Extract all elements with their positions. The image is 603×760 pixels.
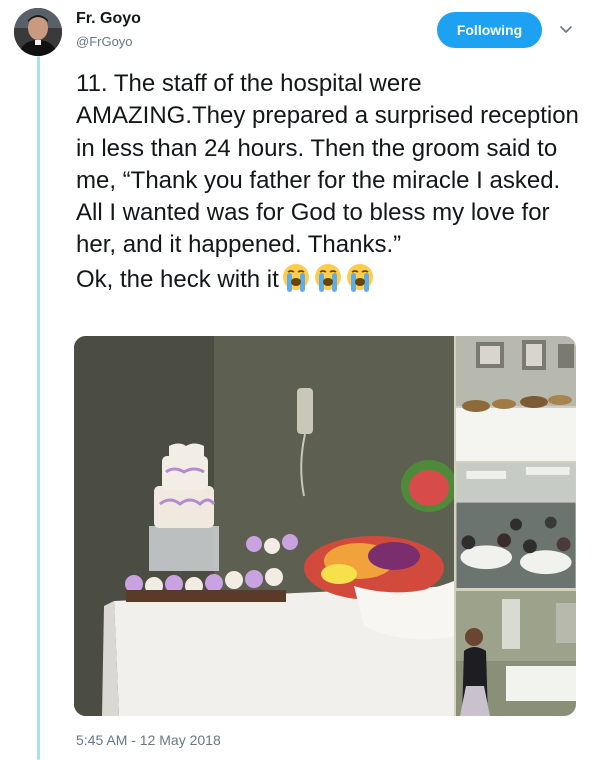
- photo-buffet[interactable]: [456, 336, 576, 461]
- following-button[interactable]: Following: [437, 12, 542, 48]
- tweet-body: 11. The staff of the hospital were AMAZI…: [76, 70, 579, 293]
- tweet-timestamp[interactable]: 5:45 AM - 12 May 2018: [76, 732, 221, 748]
- crying-emoji-2-icon: [313, 262, 343, 301]
- photo-hospital-room[interactable]: [456, 591, 576, 716]
- tweet-text: 11. The staff of the hospital were AMAZI…: [76, 68, 588, 301]
- thread-line: [37, 56, 40, 760]
- chevron-down-icon[interactable]: [558, 22, 574, 38]
- photo-wedding-cake[interactable]: [74, 336, 454, 716]
- photo-dining-room[interactable]: [456, 463, 576, 588]
- media-grid: [74, 336, 576, 716]
- avatar[interactable]: [14, 8, 62, 56]
- crying-emoji-1-icon: [281, 262, 311, 301]
- user-handle[interactable]: @FrGoyo: [76, 34, 133, 49]
- crying-emoji-3-icon: [345, 262, 375, 301]
- display-name[interactable]: Fr. Goyo: [76, 10, 141, 28]
- avatar-image: [14, 8, 62, 56]
